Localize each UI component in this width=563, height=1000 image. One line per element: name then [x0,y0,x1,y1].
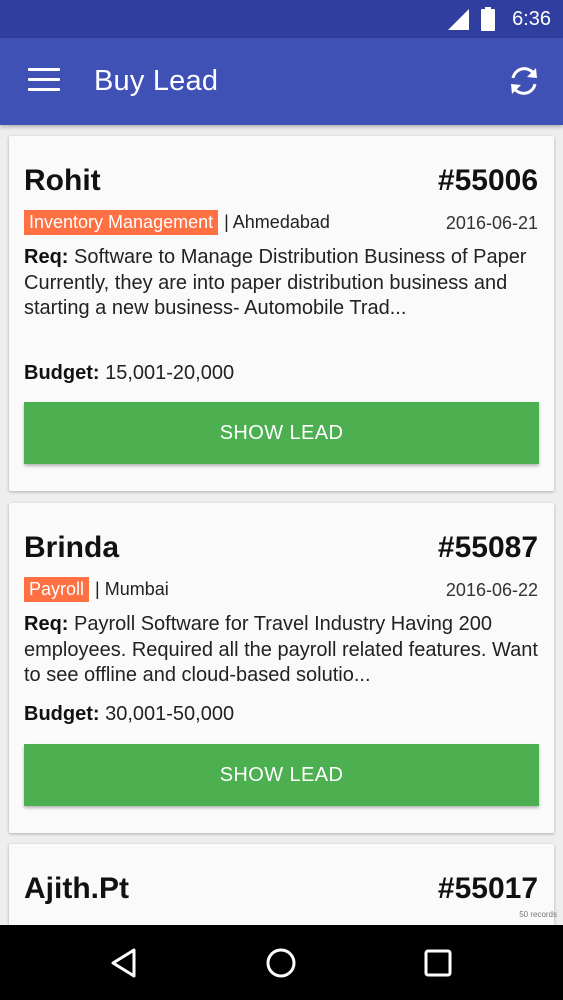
back-icon[interactable] [107,945,143,981]
lead-date: 2016-06-22 [445,580,538,600]
budget-value: 15,001-20,000 [99,362,235,384]
lead-card: Brinda #55087 Payroll | Mumbai 2016-06-2… [9,503,554,833]
lead-name: Ajith.Pt [24,872,129,905]
lead-card: Ajith.Pt #55017 [9,844,554,925]
lead-card: Rohit #55006 Inventory Management | Ahme… [9,136,554,491]
lead-list[interactable]: Rohit #55006 Inventory Management | Ahme… [0,125,563,925]
records-count: 50 records [519,910,557,919]
recents-icon[interactable] [420,945,456,981]
page-title: Buy Lead [94,65,219,97]
category-tag: Payroll [24,576,90,602]
lead-requirement: Req: Software to Manage Distribution Bus… [24,245,544,322]
lead-name: Rohit [24,164,101,197]
budget-value: 30,001-50,000 [99,703,235,725]
req-text: Software to Manage Distribution Business… [24,246,527,319]
status-bar: 6:36 [0,0,563,38]
show-lead-button[interactable]: SHOW LEAD [24,402,539,464]
req-label: Req: [24,613,69,635]
lead-id: #55006 [437,164,538,197]
app-bar: Buy Lead [0,38,563,125]
req-label: Req: [24,246,69,268]
lead-budget: Budget: 30,001-50,000 [24,703,234,726]
lead-requirement: Req: Payroll Software for Travel Industr… [24,612,544,689]
signal-icon [448,9,470,30]
battery-icon [481,7,496,31]
lead-meta: Payroll | Mumbai [24,576,169,602]
status-icons: 6:36 [446,6,551,32]
lead-name: Brinda [24,531,120,564]
lead-budget: Budget: 15,001-20,000 [24,362,234,385]
lead-id: #55017 [437,872,538,905]
lead-id: #55087 [437,531,538,564]
home-icon[interactable] [263,945,299,981]
budget-label: Budget: [24,362,100,384]
lead-meta: Inventory Management | Ahmedabad [24,209,330,235]
refresh-icon[interactable] [507,64,541,98]
lead-city: | Mumbai [95,578,169,599]
lead-date: 2016-06-21 [445,213,538,233]
show-lead-button[interactable]: SHOW LEAD [24,744,539,806]
lead-city: | Ahmedabad [224,211,330,232]
nav-bar [0,925,563,1000]
category-tag: Inventory Management [24,209,219,235]
status-time: 6:36 [512,7,551,30]
menu-icon[interactable] [28,68,60,94]
budget-label: Budget: [24,703,100,725]
req-text: Payroll Software for Travel Industry Hav… [24,613,538,686]
